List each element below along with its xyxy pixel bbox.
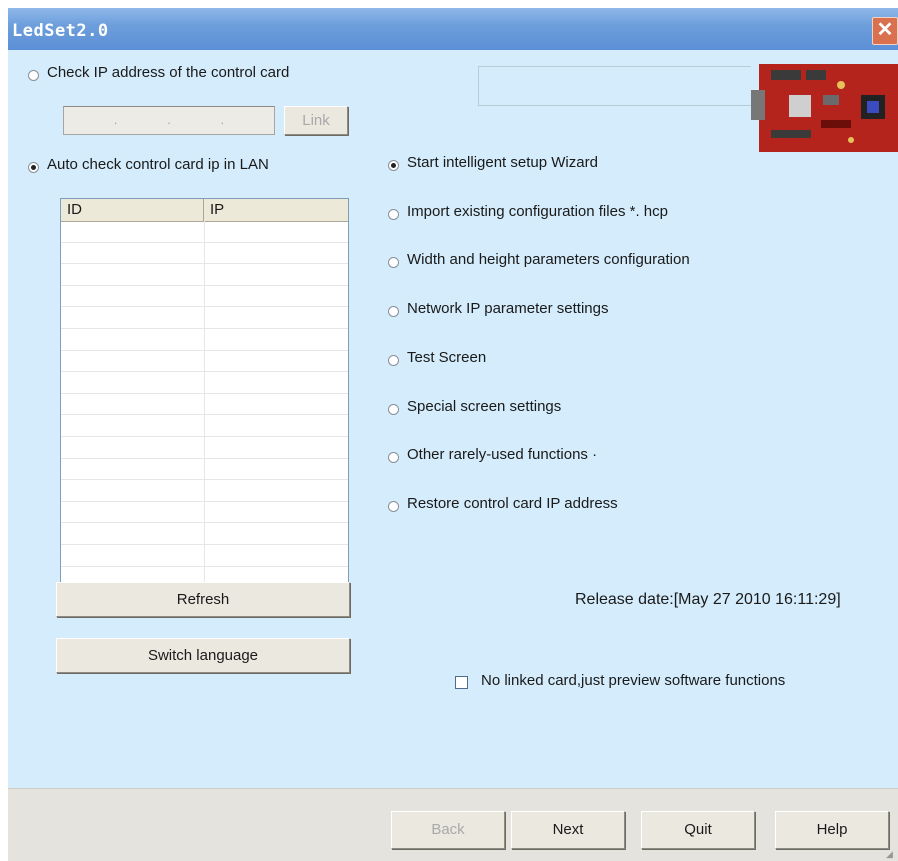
next-button[interactable]: Next — [511, 811, 625, 849]
ip-dots: . . . — [64, 113, 274, 127]
preview-checkbox[interactable] — [455, 676, 468, 689]
check-ip-radio[interactable] — [28, 70, 39, 81]
column-divider — [204, 221, 205, 582]
ip-dot: . — [220, 113, 224, 127]
control-card-image — [751, 60, 898, 160]
footer-bar: Back Next Quit Help ◢ — [8, 788, 898, 861]
option-label-7[interactable]: Other rarely-used functions · — [407, 446, 597, 463]
option-label-6[interactable]: Special screen settings — [407, 398, 561, 415]
option-radio-7[interactable] — [388, 452, 399, 464]
switch-language-button[interactable]: Switch language — [56, 638, 350, 673]
title-bar[interactable]: LedSet2.0 ✕ — [8, 8, 898, 50]
refresh-label: Refresh — [176, 591, 230, 608]
ip-dot: . — [167, 113, 171, 127]
column-id[interactable]: ID — [61, 199, 204, 221]
option-label-5[interactable]: Test Screen — [407, 349, 486, 366]
ip-address-input[interactable]: . . . — [63, 106, 275, 135]
option-radio-3[interactable] — [388, 257, 399, 269]
close-icon[interactable]: ✕ — [872, 17, 898, 45]
preview-checkbox-label: No linked card,just preview software fun… — [481, 672, 786, 689]
ip-dot: . — [113, 113, 118, 127]
option-radio-5[interactable] — [388, 354, 399, 366]
option-label-3[interactable]: Width and height parameters configuratio… — [407, 251, 690, 268]
back-button[interactable]: Back — [391, 811, 505, 849]
client-area: Check IP address of the control card . .… — [8, 50, 898, 788]
option-radio-4[interactable] — [388, 306, 399, 318]
link-button[interactable]: Link — [284, 106, 348, 135]
option-label-4[interactable]: Network IP parameter settings — [407, 300, 608, 317]
resize-grip-icon[interactable]: ◢ — [886, 849, 896, 859]
option-label-8[interactable]: Restore control card IP address — [407, 495, 618, 512]
quit-label: Quit — [684, 821, 712, 838]
option-radio-6[interactable] — [388, 403, 399, 415]
window-title: LedSet2.0 — [12, 21, 109, 41]
refresh-button[interactable]: Refresh — [56, 582, 350, 617]
card-list[interactable]: ID IP — [60, 198, 349, 583]
check-ip-label: Check IP address of the control card — [47, 64, 290, 81]
app-window: LedSet2.0 ✕ Check IP address of the cont… — [8, 8, 898, 861]
release-date: Release date:[May 27 2010 16:11:29] — [575, 591, 841, 608]
back-label: Back — [431, 821, 465, 838]
quit-button[interactable]: Quit — [641, 811, 755, 849]
next-label: Next — [552, 821, 584, 838]
option-label-1[interactable]: Start intelligent setup Wizard — [407, 154, 598, 171]
auto-check-radio[interactable] — [28, 162, 39, 173]
help-button[interactable]: Help — [775, 811, 889, 849]
switch-language-label: Switch language — [147, 647, 259, 664]
option-label-2[interactable]: Import existing configuration files *. h… — [407, 203, 668, 220]
option-radio-1[interactable] — [388, 160, 399, 171]
status-field — [478, 66, 765, 106]
help-label: Help — [816, 821, 848, 838]
option-radio-2[interactable] — [388, 208, 399, 220]
list-header: ID IP — [61, 199, 348, 222]
link-label: Link — [302, 112, 330, 129]
auto-check-label: Auto check control card ip in LAN — [47, 156, 269, 173]
column-ip[interactable]: IP — [204, 199, 348, 221]
option-radio-8[interactable] — [388, 500, 399, 512]
